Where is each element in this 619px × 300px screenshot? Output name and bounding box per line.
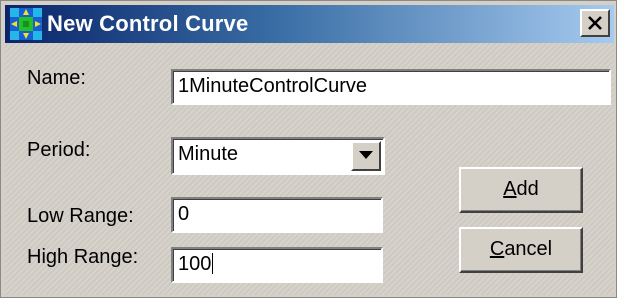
period-dropdown-button[interactable] xyxy=(351,141,381,171)
add-button-mnemonic: A xyxy=(503,178,517,200)
control-curve-app-icon xyxy=(10,8,42,40)
dialog-body: Name: 1MinuteControlCurve Period: Minute… xyxy=(5,43,614,295)
low-range-field-value: 0 xyxy=(178,203,190,225)
add-button[interactable]: Add xyxy=(459,167,583,213)
period-label: Period: xyxy=(27,139,91,161)
high-range-field-value: 100 xyxy=(178,253,212,275)
name-field[interactable]: 1MinuteControlCurve xyxy=(171,69,611,105)
high-range-label: High Range: xyxy=(27,246,139,268)
new-control-curve-dialog: New Control Curve Name: 1MinuteControlCu… xyxy=(0,0,617,298)
low-range-field[interactable]: 0 xyxy=(171,197,383,233)
add-button-label: dd xyxy=(516,178,539,200)
close-button[interactable] xyxy=(580,9,610,37)
text-caret xyxy=(212,253,214,274)
name-field-value: 1MinuteControlCurve xyxy=(178,75,367,97)
low-range-label: Low Range: xyxy=(27,205,134,227)
period-select-value: Minute xyxy=(178,143,239,165)
window-title: New Control Curve xyxy=(47,11,249,36)
period-select[interactable]: Minute xyxy=(171,137,385,175)
cancel-button[interactable]: Cancel xyxy=(459,227,583,273)
name-label: Name: xyxy=(27,67,86,89)
high-range-field[interactable]: 100 xyxy=(171,247,383,283)
cancel-button-label: ancel xyxy=(504,238,553,260)
title-bar[interactable]: New Control Curve xyxy=(5,5,614,43)
cancel-button-mnemonic: C xyxy=(489,238,505,260)
